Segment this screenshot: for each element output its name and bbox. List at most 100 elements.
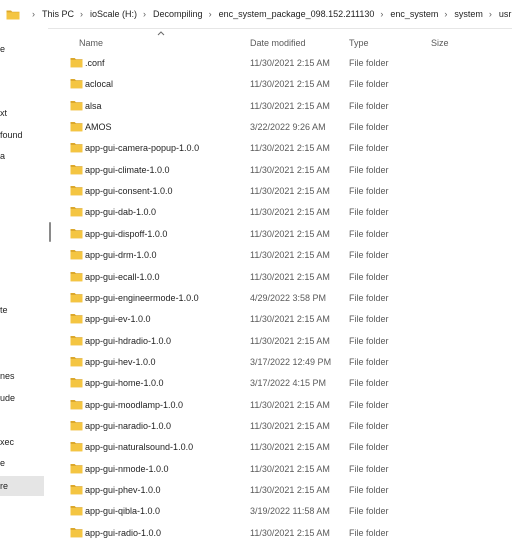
- nav-item-label: re: [0, 481, 9, 491]
- breadcrumb-item[interactable]: ioScale (H:): [90, 9, 137, 19]
- file-row[interactable]: app-gui-nmode-1.0.0 11/30/2021 2:15 AM Fil…: [60, 459, 512, 480]
- nav-item[interactable]: xt: [0, 103, 44, 123]
- file-name: app-gui-camera-popup-1.0.0: [85, 143, 200, 153]
- file-name: app-gui-ecall-1.0.0: [85, 272, 160, 282]
- file-row[interactable]: app-gui-naturalsound-1.0.0 11/30/2021 2:1…: [60, 437, 512, 458]
- column-date-modified[interactable]: Date modified: [250, 38, 306, 48]
- file-name: app-gui-dab-1.0.0: [85, 207, 157, 217]
- address-bar[interactable]: › This PC › ioScale (H:) › Decompiling › enc_sy…: [0, 0, 512, 29]
- nav-item-label: te: [0, 305, 8, 315]
- column-name[interactable]: Name: [79, 38, 103, 48]
- file-row[interactable]: app-gui-climate-1.0.0 11/30/2021 2:15 AM F…: [60, 160, 512, 181]
- nav-item[interactable]: xec: [0, 432, 44, 452]
- file-type: File folder: [349, 400, 389, 410]
- breadcrumb-item[interactable]: usr: [499, 9, 512, 19]
- folder-icon: [70, 314, 83, 324]
- file-name: app-gui-engineermode-1.0.0: [85, 293, 199, 303]
- folder-icon: [70, 229, 83, 239]
- breadcrumb-item[interactable]: system: [454, 9, 483, 19]
- file-row[interactable]: app-gui-drm-1.0.0 11/30/2021 2:15 AM File …: [60, 245, 512, 266]
- file-row[interactable]: app-gui-camera-popup-1.0.0 11/30/2021 2:1…: [60, 138, 512, 159]
- chevron-right-icon[interactable]: ›: [80, 9, 83, 19]
- breadcrumb-item[interactable]: enc_system_package_098.152.211130: [219, 9, 375, 19]
- breadcrumb-item[interactable]: Decompiling: [153, 9, 203, 19]
- file-date-modified: 11/30/2021 2:15 AM: [250, 250, 330, 260]
- file-row[interactable]: app-gui-hev-1.0.0 3/17/2022 12:49 PM File …: [60, 352, 512, 373]
- file-row[interactable]: app-gui-ev-1.0.0 11/30/2021 2:15 AM File f…: [60, 309, 512, 330]
- file-date-modified: 11/30/2021 2:15 AM: [250, 464, 330, 474]
- file-row[interactable]: app-gui-dispoff-1.0.0 11/30/2021 2:15 AM F…: [60, 224, 512, 245]
- file-name: app-gui-phev-1.0.0: [85, 485, 161, 495]
- file-date-modified: 11/30/2021 2:15 AM: [250, 314, 330, 324]
- file-row[interactable]: .conf 11/30/2021 2:15 AM File folder: [60, 53, 512, 74]
- folder-icon: [70, 250, 83, 260]
- file-date-modified: 3/17/2022 4:15 PM: [250, 378, 327, 388]
- nav-item[interactable]: nes: [0, 366, 44, 386]
- file-type: File folder: [349, 293, 389, 303]
- file-type: File folder: [349, 122, 389, 132]
- file-type: File folder: [349, 464, 389, 474]
- folder-icon: [70, 79, 83, 89]
- file-date-modified: 11/30/2021 2:15 AM: [250, 336, 330, 346]
- folder-icon: [70, 186, 83, 196]
- column-type[interactable]: Type: [349, 38, 369, 48]
- file-row[interactable]: app-gui-consent-1.0.0 11/30/2021 2:15 AM F…: [60, 181, 512, 202]
- file-row[interactable]: AMOS 3/22/2022 9:26 AM File folder: [60, 117, 512, 138]
- file-name: app-gui-climate-1.0.0: [85, 165, 170, 175]
- nav-item-label: e: [0, 44, 6, 54]
- file-type: File folder: [349, 336, 389, 346]
- file-row[interactable]: app-gui-radio-1.0.0 11/30/2021 2:15 AM Fil…: [60, 523, 512, 539]
- column-size[interactable]: Size: [431, 38, 449, 48]
- navigation-pane[interactable]: e xt found a te nes ude xec e re: [0, 28, 48, 539]
- file-name: aclocal: [85, 79, 114, 89]
- chevron-right-icon[interactable]: ›: [489, 9, 492, 19]
- file-list[interactable]: .conf 11/30/2021 2:15 AM File folder acloca…: [60, 53, 512, 539]
- breadcrumb: › This PC › ioScale (H:) › Decompiling › enc_sy…: [6, 7, 512, 21]
- file-row[interactable]: app-gui-moodlamp-1.0.0 11/30/2021 2:15 AM…: [60, 395, 512, 416]
- folder-icon: [70, 528, 83, 538]
- chevron-right-icon[interactable]: ›: [444, 9, 447, 19]
- nav-item[interactable]: te: [0, 300, 44, 320]
- nav-item[interactable]: found: [0, 125, 44, 145]
- folder-icon: [70, 58, 83, 68]
- nav-item[interactable]: ude: [0, 388, 44, 408]
- chevron-right-icon[interactable]: ›: [143, 9, 146, 19]
- file-name: app-gui-qibla-1.0.0: [85, 506, 161, 516]
- file-name: app-gui-hdradio-1.0.0: [85, 336, 172, 346]
- nav-item[interactable]: e: [0, 39, 44, 59]
- nav-item-label: nes: [0, 371, 15, 381]
- file-type: File folder: [349, 357, 389, 367]
- nav-item[interactable]: re: [0, 476, 44, 496]
- file-name: .conf: [85, 58, 105, 68]
- file-row[interactable]: app-gui-naradio-1.0.0 11/30/2021 2:15 AM F…: [60, 416, 512, 437]
- file-row[interactable]: app-gui-ecall-1.0.0 11/30/2021 2:15 AM Fil…: [60, 267, 512, 288]
- file-row[interactable]: app-gui-home-1.0.0 3/17/2022 4:15 PM File …: [60, 373, 512, 394]
- folder-icon: [70, 293, 83, 303]
- file-name: app-gui-ev-1.0.0: [85, 314, 151, 324]
- chevron-right-icon[interactable]: ›: [209, 9, 212, 19]
- folder-icon: [70, 485, 83, 495]
- file-row[interactable]: alsa 11/30/2021 2:15 AM File folder: [60, 96, 512, 117]
- folder-icon: [70, 165, 83, 175]
- chevron-right-icon[interactable]: ›: [32, 9, 35, 19]
- file-row[interactable]: app-gui-engineermode-1.0.0 4/29/2022 3:58…: [60, 288, 512, 309]
- breadcrumb-item[interactable]: This PC: [42, 9, 74, 19]
- nav-item-label: xt: [0, 108, 8, 118]
- folder-icon: [6, 10, 20, 19]
- nav-item[interactable]: e: [0, 453, 44, 473]
- file-date-modified: 3/17/2022 12:49 PM: [250, 357, 332, 367]
- file-date-modified: 11/30/2021 2:15 AM: [250, 442, 330, 452]
- file-row[interactable]: app-gui-phev-1.0.0 11/30/2021 2:15 AM File…: [60, 480, 512, 501]
- file-row[interactable]: app-gui-dab-1.0.0 11/30/2021 2:15 AM File …: [60, 202, 512, 223]
- nav-item-label: e: [0, 458, 6, 468]
- file-row[interactable]: aclocal 11/30/2021 2:15 AM File folder: [60, 74, 512, 95]
- chevron-right-icon[interactable]: ›: [380, 9, 383, 19]
- nav-item[interactable]: a: [0, 146, 44, 166]
- breadcrumb-item[interactable]: enc_system: [390, 9, 438, 19]
- file-row[interactable]: app-gui-hdradio-1.0.0 11/30/2021 2:15 AM F…: [60, 331, 512, 352]
- nav-scrollbar-thumb[interactable]: [49, 222, 51, 242]
- file-name: app-gui-dispoff-1.0.0: [85, 229, 168, 239]
- file-name: app-gui-moodlamp-1.0.0: [85, 400, 184, 410]
- file-row[interactable]: app-gui-qibla-1.0.0 3/19/2022 11:58 AM Fil…: [60, 501, 512, 522]
- file-type: File folder: [349, 186, 389, 196]
